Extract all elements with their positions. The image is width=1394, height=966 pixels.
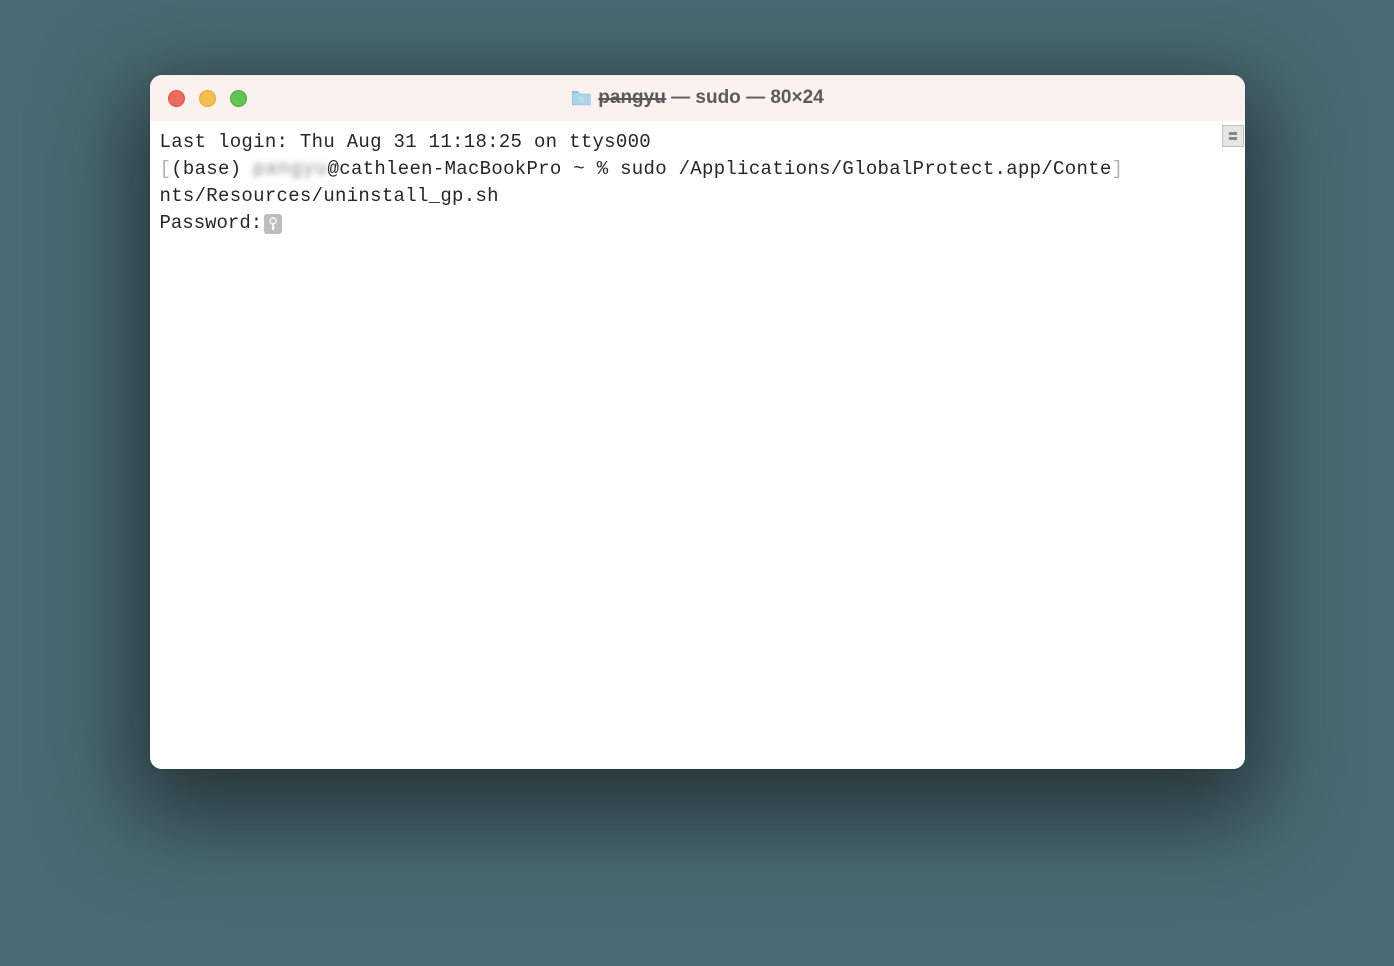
title-sep1: — <box>666 87 696 108</box>
command-text: sudo /Applications/GlobalProtect.app/Con… <box>620 158 1111 180</box>
title-process: sudo <box>695 87 740 108</box>
window-title: pangyu — sudo — 80×24 <box>570 87 823 109</box>
folder-icon <box>570 89 592 107</box>
terminal-content[interactable]: Last login: Thu Aug 31 11:18:25 on ttys0… <box>150 121 1245 769</box>
title-text: pangyu — sudo — 80×24 <box>598 87 823 109</box>
scrollbar[interactable] <box>1221 121 1245 769</box>
close-button[interactable] <box>168 90 185 107</box>
scroll-indicator[interactable] <box>1222 125 1244 147</box>
password-line: Password: <box>160 210 1235 237</box>
last-login-line: Last login: Thu Aug 31 11:18:25 on ttys0… <box>160 129 1235 156</box>
terminal-window: pangyu — sudo — 80×24 Last login: Thu Au… <box>150 75 1245 769</box>
prompt-env: (base) <box>171 158 253 180</box>
title-dimensions: 80×24 <box>770 87 823 108</box>
title-sep2: — <box>741 87 771 108</box>
minimize-button[interactable] <box>199 90 216 107</box>
titlebar: pangyu — sudo — 80×24 <box>150 75 1245 121</box>
close-bracket: ] <box>1112 158 1124 180</box>
zoom-button[interactable] <box>230 90 247 107</box>
title-user: pangyu <box>598 87 666 108</box>
command-line: [(base) pangyu@cathleen-MacBookPro ~ % s… <box>160 156 1235 183</box>
open-bracket: [ <box>160 158 172 180</box>
key-icon <box>264 214 282 234</box>
command-wrap-line: nts/Resources/uninstall_gp.sh <box>160 183 1235 210</box>
traffic-lights <box>168 90 247 107</box>
password-label: Password: <box>160 210 263 237</box>
prompt-user: pangyu <box>253 156 327 183</box>
prompt-host: @cathleen-MacBookPro ~ % <box>328 158 621 180</box>
